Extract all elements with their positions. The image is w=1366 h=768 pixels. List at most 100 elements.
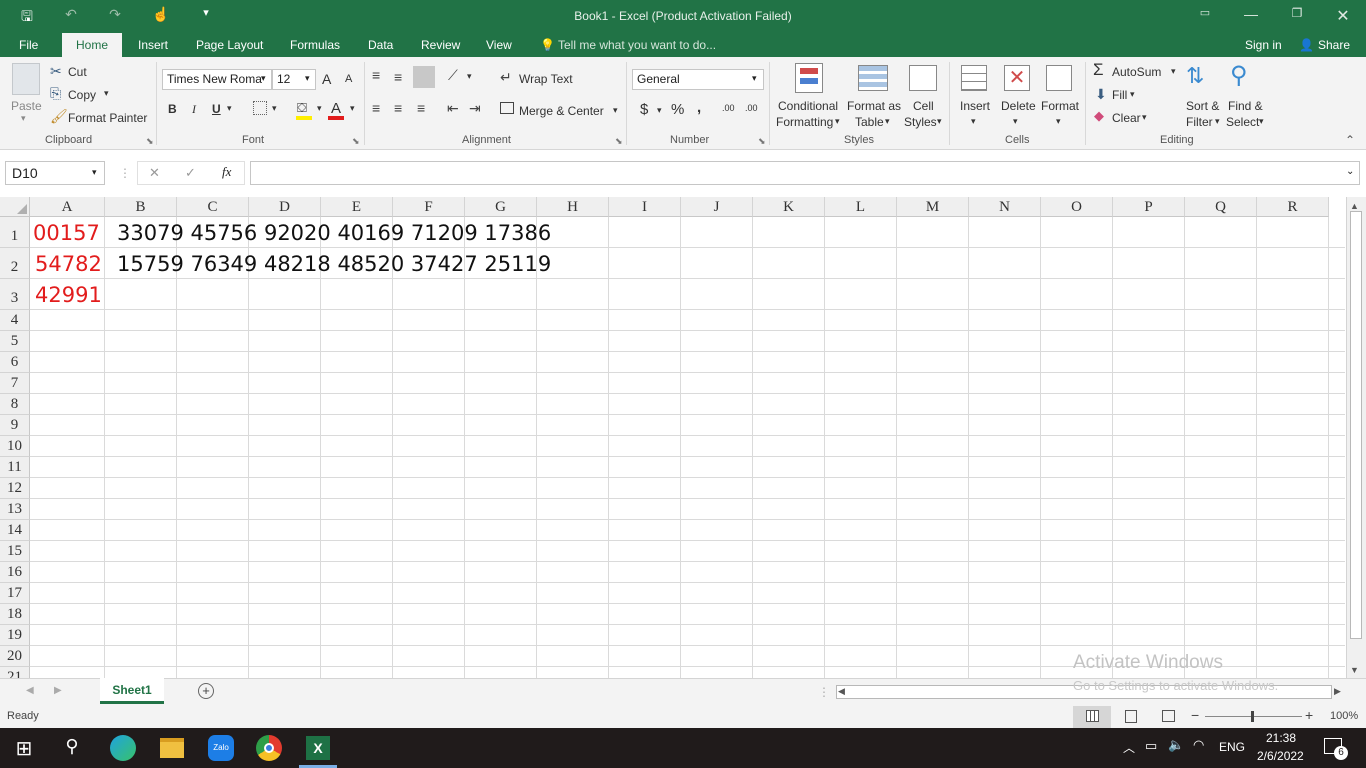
cell-styles-dropdown-icon[interactable]: ▾ [937, 116, 942, 127]
orientation-icon[interactable]: ⟋ [448, 67, 458, 84]
decrease-indent-icon[interactable]: ⇤ [447, 100, 459, 117]
clock-time[interactable]: 21:38 [1266, 731, 1296, 745]
font-name-dropdown-icon[interactable]: ▾ [261, 73, 266, 84]
cell-b1[interactable]: 33079 45756 92020 40169 71209 17386 [117, 218, 551, 248]
page-layout-view-icon[interactable] [1125, 710, 1137, 723]
row-header-21[interactable]: 21 [0, 667, 30, 678]
wifi-icon[interactable]: ◠ [1193, 737, 1204, 753]
increase-decimal-button[interactable]: .00 [722, 103, 735, 113]
fill-color-icon[interactable]: ⛋ [297, 100, 307, 116]
file-explorer-icon[interactable] [160, 738, 184, 758]
format-cells-icon[interactable] [1046, 65, 1072, 91]
restore-icon[interactable]: ❐ [1282, 6, 1312, 26]
merge-center-button[interactable]: Merge & Center [519, 104, 604, 118]
fill-color-dropdown-icon[interactable]: ▾ [317, 103, 322, 114]
row-header-2[interactable]: 2 [0, 248, 30, 279]
volume-icon[interactable]: 🔈 [1168, 737, 1184, 753]
format-dropdown-icon[interactable]: ▾ [1056, 116, 1061, 127]
row-header-7[interactable]: 7 [0, 373, 30, 394]
underline-button[interactable]: U [212, 102, 221, 116]
column-header-b[interactable]: B [105, 197, 177, 217]
tab-formulas[interactable]: Formulas [290, 38, 340, 52]
formula-input[interactable] [250, 161, 1360, 185]
row-header-5[interactable]: 5 [0, 331, 30, 352]
insert-cells-icon[interactable] [961, 65, 987, 91]
chrome-icon[interactable] [256, 735, 282, 761]
paste-icon[interactable] [12, 63, 40, 95]
zoom-level[interactable]: 100% [1330, 710, 1358, 722]
edge-browser-icon[interactable] [110, 735, 136, 761]
row-header-19[interactable]: 19 [0, 625, 30, 646]
paste-dropdown-icon[interactable]: ▾ [21, 113, 26, 124]
zoom-out-button[interactable]: − [1191, 707, 1199, 723]
tab-insert[interactable]: Insert [138, 38, 168, 52]
format-painter-button[interactable]: Format Painter [68, 111, 147, 125]
search-icon[interactable]: ⚲ [58, 736, 86, 762]
column-header-k[interactable]: K [753, 197, 825, 217]
conditional-formatting-dropdown-icon[interactable]: ▾ [835, 116, 840, 127]
row-header-1[interactable]: 1 [0, 217, 30, 248]
cut-button[interactable]: Cut [68, 65, 87, 79]
expand-formula-bar-icon[interactable]: ⌄ [1346, 166, 1354, 177]
insert-dropdown-icon[interactable]: ▾ [971, 116, 976, 127]
row-header-13[interactable]: 13 [0, 499, 30, 520]
row-header-18[interactable]: 18 [0, 604, 30, 625]
redo-icon[interactable]: ↷ [104, 6, 126, 26]
orientation-dropdown-icon[interactable]: ▾ [467, 71, 472, 82]
format-cells-button[interactable]: Format [1041, 99, 1079, 113]
column-header-f[interactable]: F [393, 197, 465, 217]
cell-styles-icon[interactable] [909, 65, 937, 91]
merge-dropdown-icon[interactable]: ▾ [613, 105, 618, 116]
middle-align-icon[interactable]: ≡ [394, 69, 402, 85]
zalo-icon[interactable]: Zalo [208, 735, 234, 761]
windows-start-icon[interactable]: ⊞ [10, 736, 38, 762]
increase-indent-icon[interactable]: ⇥ [469, 100, 481, 117]
sort-filter-button[interactable]: Sort & [1186, 99, 1219, 113]
underline-dropdown-icon[interactable]: ▾ [227, 103, 232, 114]
row-header-11[interactable]: 11 [0, 457, 30, 478]
currency-button[interactable]: $ [640, 101, 648, 118]
row-header-4[interactable]: 4 [0, 310, 30, 331]
clear-dropdown-icon[interactable]: ▾ [1142, 112, 1147, 123]
zoom-slider-thumb[interactable] [1251, 711, 1254, 722]
insert-function-icon[interactable]: fx [222, 164, 231, 180]
column-header-g[interactable]: G [465, 197, 537, 217]
row-header-15[interactable]: 15 [0, 541, 30, 562]
column-header-j[interactable]: J [681, 197, 753, 217]
fill-dropdown-icon[interactable]: ▾ [1130, 89, 1135, 100]
touch-mode-icon[interactable]: ☝ [150, 6, 172, 26]
tab-data[interactable]: Data [368, 38, 393, 52]
column-header-c[interactable]: C [177, 197, 249, 217]
font-color-dropdown-icon[interactable]: ▾ [350, 103, 355, 114]
row-header-12[interactable]: 12 [0, 478, 30, 499]
row-header-14[interactable]: 14 [0, 520, 30, 541]
sort-filter-dropdown-icon[interactable]: ▾ [1215, 116, 1220, 127]
wrap-text-button[interactable]: Wrap Text [519, 72, 573, 86]
percent-button[interactable]: % [671, 101, 684, 118]
tab-page-layout[interactable]: Page Layout [196, 38, 263, 52]
zoom-in-button[interactable]: + [1305, 707, 1313, 723]
page-break-view-icon[interactable] [1162, 710, 1175, 722]
find-select-button[interactable]: Find & [1228, 99, 1263, 113]
column-header-h[interactable]: H [537, 197, 609, 217]
delete-cells-button[interactable]: Delete [1001, 99, 1036, 113]
row-header-20[interactable]: 20 [0, 646, 30, 667]
tab-review[interactable]: Review [421, 38, 460, 52]
row-header-10[interactable]: 10 [0, 436, 30, 457]
decrease-decimal-button[interactable]: .00 [745, 103, 758, 113]
customize-qat-icon[interactable]: ▾ [198, 6, 214, 26]
scroll-right-icon[interactable]: ▶ [1334, 686, 1341, 697]
tab-view[interactable]: View [486, 38, 512, 52]
column-header-a[interactable]: A [30, 197, 105, 217]
row-header-9[interactable]: 9 [0, 415, 30, 436]
share-button[interactable]: Share [1318, 38, 1350, 52]
name-box[interactable]: D10 [5, 161, 105, 185]
column-header-p[interactable]: P [1113, 197, 1185, 217]
number-launcher-icon[interactable]: ⬊ [758, 136, 766, 147]
font-launcher-icon[interactable]: ⬊ [352, 136, 360, 147]
hidden-icons-chevron[interactable]: ︿ [1123, 739, 1135, 756]
prev-sheet-icon[interactable]: ◀ [26, 685, 34, 696]
borders-dropdown-icon[interactable]: ▾ [272, 103, 277, 114]
number-format-box[interactable]: General [632, 69, 764, 90]
insert-cells-button[interactable]: Insert [960, 99, 990, 113]
